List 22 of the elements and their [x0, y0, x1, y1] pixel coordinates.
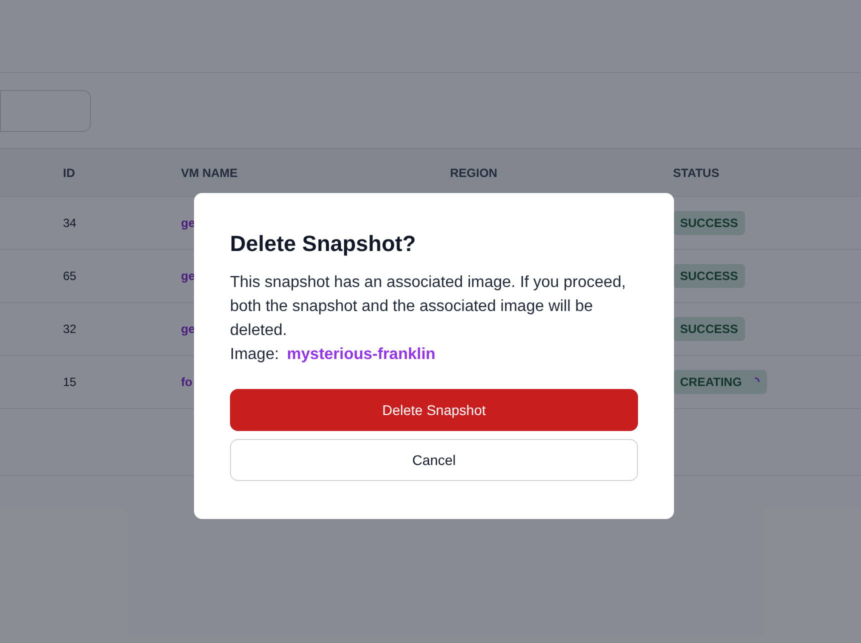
status-badge: SUCCESS — [673, 317, 746, 341]
column-header: VM NAME — [181, 166, 238, 180]
vm-name-link[interactable]: ge — [181, 216, 196, 230]
column-header: REGION — [450, 166, 498, 180]
table-cell: 65 — [63, 269, 76, 283]
image-link[interactable]: mysterious-franklin — [286, 343, 436, 367]
table-cell: 34 — [63, 216, 76, 230]
column-header: ID — [63, 166, 75, 180]
dialog-message: This snapshot has an associated image. If you proceed, both the snapshot and the associated image will be deleted. — [230, 273, 627, 341]
vm-name-link[interactable]: fo — [181, 375, 192, 389]
table-cell: 32 — [63, 322, 76, 336]
dialog-title: Delete Snapshot? — [230, 230, 417, 258]
status-badge: CREATING — [673, 370, 767, 394]
column-header: STATUS — [673, 166, 720, 180]
image-label: Image: — [230, 345, 279, 365]
status-badge: SUCCESS — [673, 211, 746, 235]
vm-name-link[interactable]: ge — [181, 269, 196, 283]
status-badge: SUCCESS — [673, 264, 746, 288]
delete-button[interactable]: Delete Snapshot — [230, 389, 638, 431]
table-cell: 15 — [63, 375, 76, 389]
vm-name-link[interactable]: ge — [181, 322, 196, 336]
cancel-button[interactable]: Cancel — [230, 439, 638, 481]
